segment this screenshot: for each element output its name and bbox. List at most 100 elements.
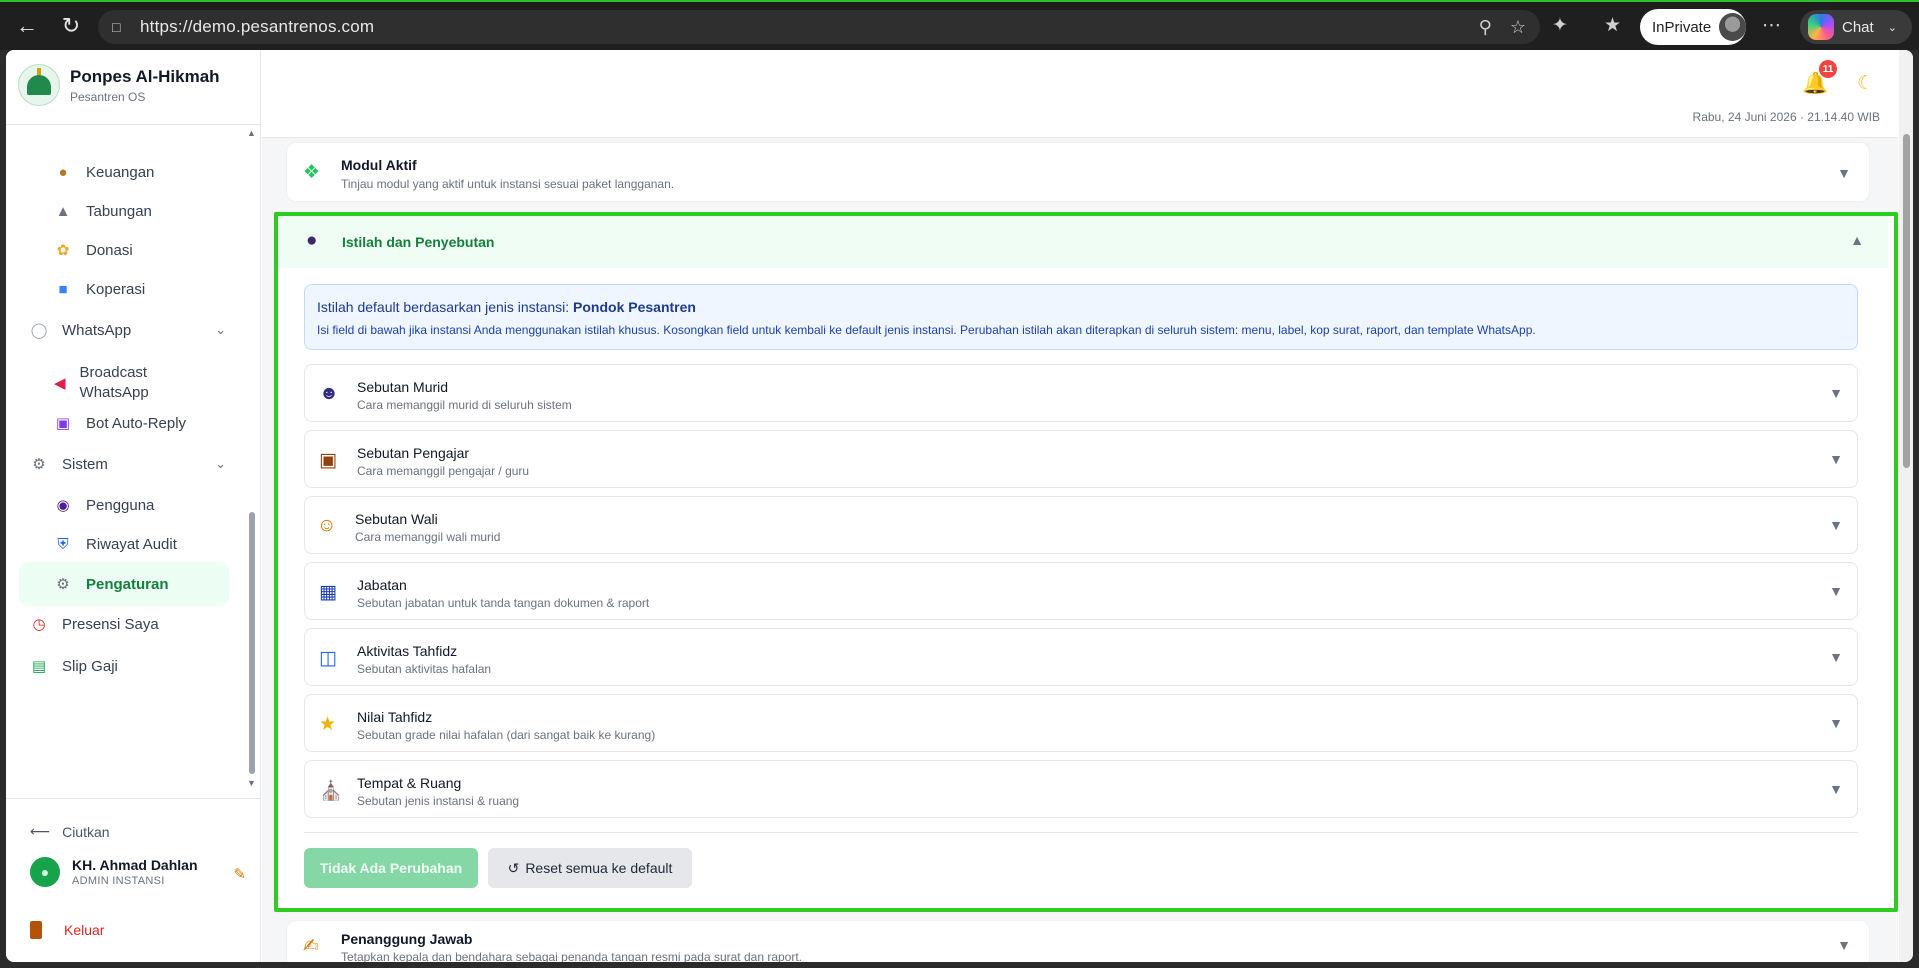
info-prefix: Istilah default berdasarkan jenis instan… bbox=[317, 299, 570, 315]
user-name: KH. Ahmad Dahlan bbox=[72, 857, 198, 873]
info-box: Istilah default berdasarkan jenis instan… bbox=[304, 284, 1858, 350]
inprivate-label: InPrivate bbox=[1652, 18, 1712, 36]
term-row-sebutan-murid[interactable]: ☻ Sebutan Murid Cara memanggil murid di … bbox=[304, 364, 1858, 422]
sidebar: Ponpes Al-Hikmah Pesantren OS ● Keuangan… bbox=[6, 50, 261, 962]
user-profile[interactable]: ● KH. Ahmad Dahlan ADMIN INSTANSI ✎ bbox=[30, 857, 250, 887]
row-subtitle: Cara memanggil pengajar / guru bbox=[357, 464, 530, 478]
alarm-clock-icon: ◷ bbox=[32, 616, 46, 633]
position-icon: ▦ bbox=[319, 582, 337, 603]
door-icon bbox=[30, 921, 42, 939]
sidebar-item-pengaturan[interactable]: ⚙ Pengaturan bbox=[19, 562, 229, 606]
term-row-sebutan-pengajar[interactable]: ▣ Sebutan Pengajar Cara memanggil pengaj… bbox=[304, 430, 1858, 488]
money-bag-icon: ● bbox=[58, 163, 68, 181]
expand-icon[interactable]: ▼ bbox=[1829, 583, 1843, 599]
lock-icon: □ bbox=[112, 19, 121, 35]
row-title: Nilai Tahfidz bbox=[357, 709, 433, 725]
row-subtitle: Cara memanggil wali murid bbox=[355, 530, 501, 544]
sidebar-item-label: Bot Auto-Reply bbox=[86, 414, 187, 432]
main-scrollbar[interactable] bbox=[1903, 134, 1910, 468]
card-subtitle: Tetapkan kepala dan bendahara sebagai pe… bbox=[341, 950, 803, 962]
open-book-icon: ◫ bbox=[319, 648, 337, 669]
expand-icon[interactable]: ▼ bbox=[1829, 649, 1843, 665]
chevron-down-icon: ⌄ bbox=[1887, 21, 1897, 34]
copilot-chat-button[interactable]: Chat ⌄ bbox=[1800, 10, 1912, 44]
sidebar-item-label: Koperasi bbox=[86, 280, 146, 298]
sidebar-item-riwayat-audit[interactable]: ⛨ Riwayat Audit bbox=[54, 535, 177, 553]
collapse-button[interactable]: ⟵ Ciutkan bbox=[30, 823, 110, 840]
divider bbox=[304, 832, 1858, 833]
modul-aktif-card[interactable]: ❖ Modul Aktif Tinjau modul yang aktif un… bbox=[286, 142, 1870, 202]
zoom-icon[interactable]: ⚲ bbox=[1479, 17, 1492, 38]
favorites-icon[interactable]: ★ bbox=[1604, 14, 1621, 37]
save-button[interactable]: Tidak Ada Perubahan bbox=[304, 848, 478, 888]
expand-icon[interactable]: ▼ bbox=[1837, 937, 1851, 953]
family-icon: ☺ bbox=[317, 515, 337, 536]
term-row-sebutan-wali[interactable]: ☺ Sebutan Wali Cara memanggil wali murid… bbox=[304, 496, 1858, 554]
penanggung-jawab-card[interactable]: ✍ Penanggung Jawab Tetapkan kepala dan b… bbox=[286, 920, 1870, 962]
star-icon: ★ bbox=[319, 714, 337, 735]
row-subtitle: Cara memanggil murid di seluruh sistem bbox=[357, 398, 572, 412]
row-title: Aktivitas Tahfidz bbox=[357, 643, 458, 659]
chevron-down-icon: ⌄ bbox=[215, 322, 226, 337]
scroll-down-icon[interactable]: ▼ bbox=[247, 778, 256, 788]
sidebar-item-pengguna[interactable]: ◉ Pengguna bbox=[54, 496, 154, 515]
sidebar-item-tabungan[interactable]: ▲ Tabungan bbox=[54, 202, 152, 220]
sidebar-item-donasi[interactable]: ✿ Donasi bbox=[54, 241, 133, 260]
extensions-icon[interactable]: ✦ bbox=[1552, 14, 1568, 37]
sidebar-group-whatsapp[interactable]: ◯ WhatsApp ⌄ bbox=[30, 321, 226, 340]
chat-bubble-icon: ◯ bbox=[30, 322, 48, 339]
banknote-icon: ▤ bbox=[31, 658, 47, 675]
expand-icon[interactable]: ▼ bbox=[1829, 517, 1843, 533]
sidebar-item-label: Keuangan bbox=[86, 163, 155, 181]
sidebar-scrollbar[interactable] bbox=[249, 512, 255, 774]
shop-icon: ■ bbox=[58, 280, 68, 298]
expand-icon[interactable]: ▼ bbox=[1837, 165, 1851, 181]
users-icon: ◉ bbox=[56, 497, 70, 514]
scroll-up-icon[interactable]: ▲ bbox=[247, 128, 256, 138]
sidebar-item-presensi-saya[interactable]: ◷ Presensi Saya bbox=[30, 615, 158, 634]
sidebar-item-bot-auto-reply[interactable]: ▣ Bot Auto-Reply bbox=[54, 414, 187, 433]
sidebar-item-keuangan[interactable]: ● Keuangan bbox=[54, 163, 154, 181]
collapse-icon[interactable]: ▲ bbox=[1850, 232, 1864, 248]
logout-button[interactable]: Keluar bbox=[30, 921, 104, 939]
istilah-header[interactable]: ● Istilah dan Penyebutan ▲ bbox=[278, 216, 1888, 268]
back-icon[interactable]: ← bbox=[4, 3, 50, 49]
sidebar-item-label: Donasi bbox=[86, 241, 133, 259]
sidebar-item-slip-gaji[interactable]: ▤ Slip Gaji bbox=[30, 657, 118, 676]
pencil-icon[interactable]: ✎ bbox=[233, 865, 246, 883]
favorite-star-icon[interactable]: ☆ bbox=[1510, 17, 1526, 38]
gear-icon: ⚙ bbox=[32, 456, 46, 473]
expand-icon[interactable]: ▼ bbox=[1829, 715, 1843, 731]
more-options-icon[interactable]: ⋯ bbox=[1762, 14, 1781, 37]
profile-avatar bbox=[1719, 13, 1746, 41]
reset-all-button[interactable]: ↺ Reset semua ke default bbox=[488, 848, 692, 888]
teacher-icon: ▣ bbox=[319, 450, 337, 471]
term-row-jabatan[interactable]: ▦ Jabatan Sebutan jabatan untuk tanda ta… bbox=[304, 562, 1858, 620]
app-window: Ponpes Al-Hikmah Pesantren OS ● Keuangan… bbox=[6, 50, 1913, 962]
sidebar-item-broadcast-whatsapp[interactable]: ◀ Broadcast WhatsApp bbox=[54, 363, 154, 403]
topbar: 🔔 11 ☾ Rabu, 24 Juni 2026 · 21.14.40 WIB bbox=[262, 50, 1898, 138]
moon-icon[interactable]: ☾ bbox=[1857, 72, 1874, 95]
browser-toolbar: ← ↻ □ https://demo.pesantrenos.com ⚲ ☆ ✦… bbox=[0, 0, 1919, 50]
datetime: Rabu, 24 Juni 2026 · 21.14.40 WIB bbox=[1692, 110, 1880, 124]
refresh-icon[interactable]: ↻ bbox=[48, 3, 94, 49]
term-row-tempat-ruang[interactable]: ⛪ Tempat & Ruang Sebutan jenis instansi … bbox=[304, 760, 1858, 818]
sidebar-item-koperasi[interactable]: ■ Koperasi bbox=[54, 280, 145, 298]
reset-icon: ↺ bbox=[507, 859, 520, 876]
row-subtitle: Sebutan aktivitas hafalan bbox=[357, 662, 492, 676]
term-row-nilai-tahfidz[interactable]: ★ Nilai Tahfidz Sebutan grade nilai hafa… bbox=[304, 694, 1858, 752]
sidebar-group-sistem[interactable]: ⚙ Sistem ⌄ bbox=[30, 455, 226, 474]
info-instansi-type: Pondok Pesantren bbox=[573, 299, 696, 315]
inprivate-button[interactable]: InPrivate bbox=[1640, 9, 1746, 45]
row-subtitle: Sebutan jenis instansi & ruang bbox=[357, 794, 520, 808]
term-row-aktivitas-tahfidz[interactable]: ◫ Aktivitas Tahfidz Sebutan aktivitas ha… bbox=[304, 628, 1858, 686]
expand-icon[interactable]: ▼ bbox=[1829, 385, 1843, 401]
expand-icon[interactable]: ▼ bbox=[1829, 781, 1843, 797]
card-title: Penanggung Jawab bbox=[341, 931, 473, 947]
copilot-icon bbox=[1808, 14, 1834, 40]
expand-icon[interactable]: ▼ bbox=[1829, 451, 1843, 467]
row-title: Tempat & Ruang bbox=[357, 775, 462, 791]
sidebar-item-label: Riwayat Audit bbox=[86, 535, 177, 553]
chevron-down-icon: ⌄ bbox=[215, 456, 226, 471]
address-bar[interactable]: □ https://demo.pesantrenos.com ⚲ ☆ bbox=[98, 10, 1540, 44]
